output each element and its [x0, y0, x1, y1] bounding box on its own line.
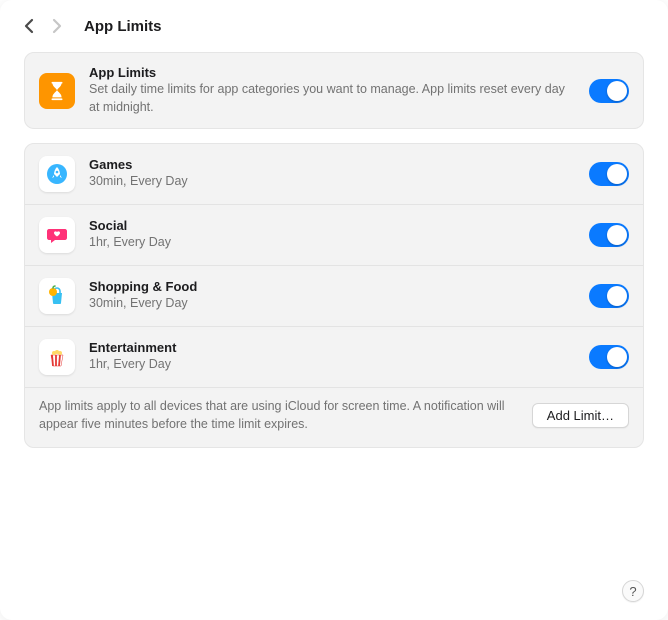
category-toggle-entertainment[interactable]: [589, 345, 629, 369]
category-title: Games: [89, 157, 575, 172]
master-panel: App Limits Set daily time limits for app…: [24, 52, 644, 129]
category-toggle-shopping[interactable]: [589, 284, 629, 308]
footer-note: App limits apply to all devices that are…: [39, 398, 518, 433]
chevron-left-icon: [24, 18, 34, 34]
rocket-icon: [45, 162, 69, 186]
category-title: Social: [89, 218, 575, 233]
master-title: App Limits: [89, 65, 575, 80]
page-title: App Limits: [84, 18, 162, 35]
category-row-games[interactable]: Games 30min, Every Day: [25, 144, 643, 204]
categories-panel: Games 30min, Every Day Social 1hr, Every…: [24, 143, 644, 448]
category-limit: 30min, Every Day: [89, 295, 575, 313]
category-title: Shopping & Food: [89, 279, 575, 294]
shopping-food-icon: [39, 278, 75, 314]
app-limits-icon: [39, 73, 75, 109]
popcorn-icon: [45, 345, 69, 369]
category-title: Entertainment: [89, 340, 575, 355]
app-limits-master-row: App Limits Set daily time limits for app…: [25, 53, 643, 128]
apple-bag-icon: [45, 284, 69, 308]
category-toggle-social[interactable]: [589, 223, 629, 247]
category-limit: 1hr, Every Day: [89, 234, 575, 252]
app-limits-master-toggle[interactable]: [589, 79, 629, 103]
panel-footer: App limits apply to all devices that are…: [25, 387, 643, 447]
help-button[interactable]: ?: [622, 580, 644, 602]
chevron-right-icon: [52, 18, 62, 34]
chat-heart-icon: [45, 223, 69, 247]
category-toggle-games[interactable]: [589, 162, 629, 186]
entertainment-icon: [39, 339, 75, 375]
back-button[interactable]: [24, 18, 34, 34]
social-icon: [39, 217, 75, 253]
category-row-shopping[interactable]: Shopping & Food 30min, Every Day: [25, 265, 643, 326]
category-row-social[interactable]: Social 1hr, Every Day: [25, 204, 643, 265]
header-bar: App Limits: [0, 0, 668, 52]
master-text: App Limits Set daily time limits for app…: [89, 65, 575, 116]
master-desc: Set daily time limits for app categories…: [89, 81, 575, 116]
category-limit: 30min, Every Day: [89, 173, 575, 191]
forward-button[interactable]: [52, 18, 62, 34]
hourglass-icon: [46, 80, 68, 102]
games-icon: [39, 156, 75, 192]
add-limit-button[interactable]: Add Limit…: [532, 403, 629, 428]
category-limit: 1hr, Every Day: [89, 356, 575, 374]
nav-arrows: [24, 18, 62, 34]
category-row-entertainment[interactable]: Entertainment 1hr, Every Day: [25, 326, 643, 387]
